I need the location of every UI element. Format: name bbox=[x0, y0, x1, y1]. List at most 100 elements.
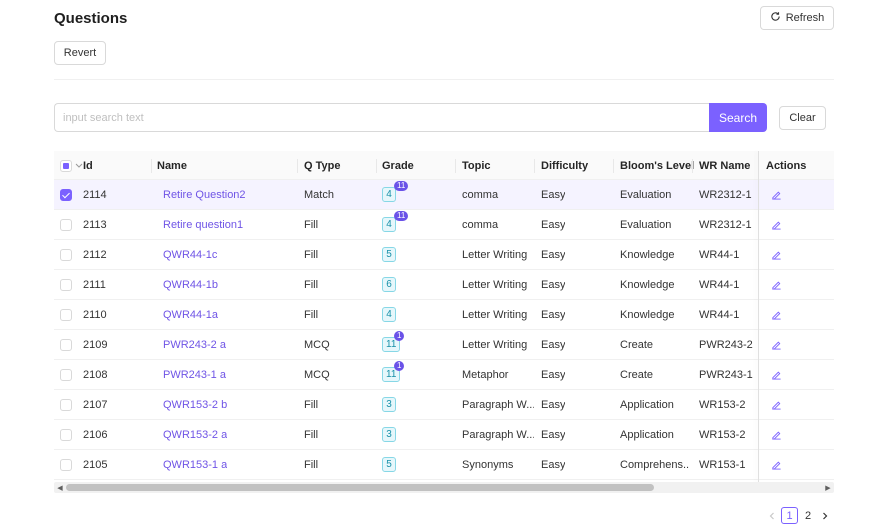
cell-select[interactable] bbox=[60, 240, 72, 269]
table-row[interactable]: 2114 Retire Question2 Match 4 11 comma Easy Eva… bbox=[54, 180, 834, 210]
edit-icon[interactable] bbox=[770, 459, 782, 471]
scrollbar-thumb[interactable] bbox=[66, 484, 654, 491]
cell-select[interactable] bbox=[60, 450, 72, 479]
row-checkbox[interactable] bbox=[60, 428, 72, 441]
edit-icon[interactable] bbox=[770, 429, 782, 441]
chevron-down-icon[interactable] bbox=[75, 160, 83, 172]
col-header-id[interactable]: Id bbox=[83, 151, 93, 180]
row-checkbox[interactable] bbox=[60, 218, 72, 231]
horizontal-scrollbar[interactable]: ◀ ▶ bbox=[54, 482, 834, 493]
row-checkbox[interactable] bbox=[60, 248, 72, 261]
cell-select[interactable] bbox=[60, 210, 72, 239]
page-2-button[interactable]: 2 bbox=[802, 507, 814, 524]
grade-tag: 4 11 bbox=[382, 211, 409, 232]
col-header-name[interactable]: Name bbox=[157, 151, 187, 180]
cell-id: 2105 bbox=[83, 458, 108, 471]
scroll-right-arrow[interactable]: ▶ bbox=[823, 482, 833, 493]
cell-name[interactable]: PWR243-2 a bbox=[163, 330, 226, 359]
cell-name[interactable]: QWR153-2 b bbox=[163, 390, 227, 419]
grade-tag: 5 bbox=[382, 247, 396, 262]
cell-select[interactable] bbox=[60, 360, 72, 389]
col-header-grade[interactable]: Grade bbox=[382, 151, 414, 180]
cell-select[interactable] bbox=[60, 330, 72, 359]
table-row[interactable]: 2106 QWR153-2 a Fill 3 Paragraph W... Easy App… bbox=[54, 420, 834, 450]
edit-icon[interactable] bbox=[770, 309, 782, 321]
col-header-qtype[interactable]: Q Type bbox=[304, 151, 340, 180]
cell-name[interactable]: Retire Question2 bbox=[163, 180, 246, 209]
table-row[interactable]: 2113 Retire question1 Fill 4 11 comma Easy Eval… bbox=[54, 210, 834, 240]
cell-name[interactable]: Retire question1 bbox=[163, 210, 243, 239]
cell-difficulty: Easy bbox=[541, 248, 566, 261]
cell-select[interactable] bbox=[60, 390, 72, 419]
chevron-left-icon[interactable] bbox=[766, 507, 778, 524]
row-checkbox[interactable] bbox=[60, 458, 72, 471]
edit-icon[interactable] bbox=[770, 219, 782, 231]
search-button[interactable]: Search bbox=[709, 103, 767, 132]
cell-difficulty: Easy bbox=[541, 218, 566, 231]
cell-bloom: Create bbox=[620, 338, 654, 351]
refresh-button[interactable]: Refresh bbox=[760, 6, 834, 30]
cell-name[interactable]: QWR44-1b bbox=[163, 270, 218, 299]
fixed-column-shadow bbox=[758, 151, 759, 485]
edit-icon[interactable] bbox=[770, 249, 782, 261]
cell-grade: 4 11 bbox=[382, 210, 409, 239]
cell-name[interactable]: QWR44-1c bbox=[163, 240, 217, 269]
cell-actions bbox=[770, 330, 782, 359]
edit-icon[interactable] bbox=[770, 189, 782, 201]
col-divider bbox=[534, 159, 535, 173]
count-badge: 11 bbox=[394, 181, 409, 191]
row-checkbox[interactable] bbox=[60, 188, 72, 201]
page-1-button[interactable]: 1 bbox=[781, 507, 798, 524]
cell-wr: WR153-2 bbox=[699, 398, 746, 411]
table-row[interactable]: 2109 PWR243-2 a MCQ 11 1 Letter Writing Easy Cr… bbox=[54, 330, 834, 360]
cell-qtype: MCQ bbox=[304, 338, 330, 351]
edit-icon[interactable] bbox=[770, 369, 782, 381]
cell-name[interactable]: QWR153-1 a bbox=[163, 450, 227, 479]
cell-name[interactable]: QWR44-1a bbox=[163, 300, 218, 329]
chevron-right-icon[interactable] bbox=[819, 507, 831, 524]
clear-button[interactable]: Clear bbox=[779, 106, 826, 130]
edit-icon[interactable] bbox=[770, 279, 782, 291]
table-row[interactable]: 2108 PWR243-1 a MCQ 11 1 Metaphor Easy Create PW… bbox=[54, 360, 834, 390]
col-divider bbox=[613, 159, 614, 173]
row-checkbox[interactable] bbox=[60, 398, 72, 411]
col-header-bloom[interactable]: Bloom's Level bbox=[620, 151, 694, 180]
grade-value: 3 bbox=[386, 429, 392, 440]
col-header-topic[interactable]: Topic bbox=[462, 151, 491, 180]
table-row[interactable]: 2107 QWR153-2 b Fill 3 Paragraph W... Easy App… bbox=[54, 390, 834, 420]
cell-difficulty: Easy bbox=[541, 308, 566, 321]
row-checkbox[interactable] bbox=[60, 308, 72, 321]
cell-difficulty: Easy bbox=[541, 458, 566, 471]
count-badge: 1 bbox=[394, 361, 405, 371]
table-row[interactable]: 2105 QWR153-1 a Fill 5 Synonyms Easy Comprehen… bbox=[54, 450, 834, 480]
cell-topic: comma bbox=[462, 188, 499, 201]
cell-select[interactable] bbox=[60, 300, 72, 329]
cell-id: 2109 bbox=[83, 338, 108, 351]
col-header-wr[interactable]: WR Name bbox=[699, 151, 750, 180]
cell-wr: WR153-2 bbox=[699, 428, 746, 441]
cell-select[interactable] bbox=[60, 420, 72, 449]
cell-actions bbox=[770, 450, 782, 479]
grade-value: 5 bbox=[386, 459, 392, 470]
select-all-checkbox[interactable] bbox=[60, 159, 72, 172]
scroll-left-arrow[interactable]: ◀ bbox=[55, 482, 65, 493]
cell-select[interactable] bbox=[60, 180, 72, 209]
row-checkbox[interactable] bbox=[60, 278, 72, 291]
cell-bloom: Application bbox=[620, 398, 674, 411]
cell-name[interactable]: PWR243-1 a bbox=[163, 360, 226, 389]
grade-value: 4 bbox=[386, 189, 392, 200]
col-header-difficulty[interactable]: Difficulty bbox=[541, 151, 588, 180]
search-input[interactable] bbox=[54, 103, 710, 132]
edit-icon[interactable] bbox=[770, 399, 782, 411]
row-checkbox[interactable] bbox=[60, 368, 72, 381]
table-row[interactable]: 2111 QWR44-1b Fill 6 Letter Writing Easy Knowl… bbox=[54, 270, 834, 300]
row-checkbox[interactable] bbox=[60, 338, 72, 351]
table-row[interactable]: 2112 QWR44-1c Fill 5 Letter Writing Easy Knowl… bbox=[54, 240, 834, 270]
cell-select[interactable] bbox=[60, 270, 72, 299]
header-divider bbox=[54, 79, 834, 80]
table-row[interactable]: 2110 QWR44-1a Fill 4 Letter Writing Easy Knowl… bbox=[54, 300, 834, 330]
revert-button[interactable]: Revert bbox=[54, 41, 106, 65]
edit-icon[interactable] bbox=[770, 339, 782, 351]
cell-name[interactable]: QWR153-2 a bbox=[163, 420, 227, 449]
select-all-cell[interactable] bbox=[60, 151, 83, 180]
